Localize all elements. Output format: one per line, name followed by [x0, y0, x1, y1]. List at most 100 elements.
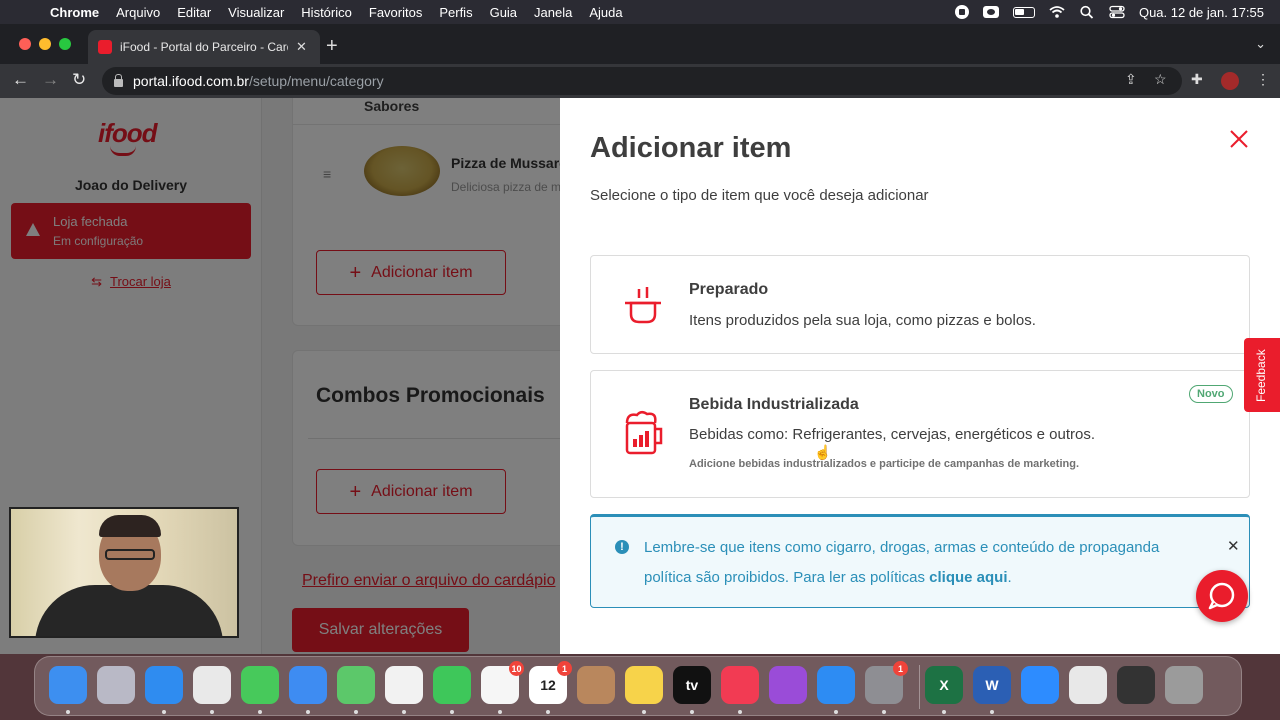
- dock-app-lixo-icon[interactable]: [1165, 666, 1203, 704]
- forward-arrow-icon[interactable]: →: [42, 70, 59, 90]
- dock-app-safari-icon[interactable]: [145, 666, 183, 704]
- zoom-window-button[interactable]: [59, 38, 71, 50]
- control-center-icon[interactable]: [1109, 5, 1125, 19]
- camera-icon[interactable]: [982, 6, 999, 18]
- webcam-person-hair: [99, 515, 161, 537]
- dock-app-excel-icon[interactable]: X: [925, 666, 963, 704]
- alert-message-end: .: [1007, 569, 1012, 586]
- option-note: Adicione bebidas industrializados e part…: [689, 458, 1079, 470]
- new-tab-icon[interactable]: +: [326, 36, 338, 56]
- browser-menu-icon[interactable]: ⋮: [1256, 71, 1270, 88]
- reload-icon[interactable]: ↻: [72, 70, 86, 90]
- tab-close-icon[interactable]: ✕: [296, 39, 307, 55]
- dock-app-contatos-icon[interactable]: [577, 666, 615, 704]
- extensions-puzzle-icon[interactable]: ✚: [1191, 71, 1203, 88]
- running-indicator: [690, 710, 694, 714]
- running-indicator: [354, 710, 358, 714]
- dock-app-finder-icon[interactable]: [49, 666, 87, 704]
- menu-historico[interactable]: Histórico: [301, 5, 352, 20]
- address-bar[interactable]: portal.ifood.com.br/setup/menu/category: [102, 67, 1182, 95]
- dock-app-glyph: X: [939, 677, 949, 693]
- running-indicator: [882, 710, 886, 714]
- lock-icon[interactable]: [114, 73, 123, 87]
- back-arrow-icon[interactable]: ←: [12, 70, 29, 90]
- browser-tab-strip: iFood - Portal do Parceiro - Cardápio ✕ …: [0, 24, 1280, 64]
- dock-app-tv-icon[interactable]: tv: [673, 666, 711, 704]
- url-path: /setup/menu/category: [248, 73, 384, 89]
- profile-avatar[interactable]: [1221, 72, 1239, 90]
- menubar-clock[interactable]: Qua. 12 de jan. 17:55: [1139, 5, 1264, 20]
- dock-app-mapas-icon[interactable]: [337, 666, 375, 704]
- menu-arquivo[interactable]: Arquivo: [116, 5, 160, 20]
- running-indicator: [210, 710, 214, 714]
- dock-app-documentos-icon[interactable]: [1069, 666, 1107, 704]
- dock-app-calendário-icon[interactable]: 12 1: [529, 661, 572, 704]
- option-title: Bebida Industrializada: [689, 396, 859, 413]
- url-host: portal.ifood.com.br: [133, 73, 249, 89]
- menu-perfis[interactable]: Perfis: [439, 5, 472, 20]
- browser-toolbar: ← → ↻ portal.ifood.com.br/setup/menu/cat…: [0, 64, 1280, 98]
- minimize-window-button[interactable]: [39, 38, 51, 50]
- dock-app-fotos-icon[interactable]: [385, 666, 423, 704]
- running-indicator: [450, 710, 454, 714]
- option-bebida-industrializada[interactable]: Bebida Industrializada Novo Bebidas como…: [590, 370, 1250, 498]
- webcam-person-body: [35, 585, 223, 636]
- close-window-button[interactable]: [19, 38, 31, 50]
- share-icon[interactable]: ⇪: [1125, 71, 1137, 88]
- running-indicator: [306, 710, 310, 714]
- dock-app-glyph: 12: [540, 677, 556, 693]
- drawer-title: Adicionar item: [590, 132, 792, 164]
- menu-guia[interactable]: Guia: [490, 5, 517, 20]
- dock-app-podcasts-icon[interactable]: [769, 666, 807, 704]
- screen-record-icon[interactable]: [954, 5, 969, 19]
- dock-app-mensagens-icon[interactable]: [241, 666, 279, 704]
- browser-tab[interactable]: iFood - Portal do Parceiro - Cardápio ✕: [88, 30, 320, 64]
- dock-app-app-store-icon[interactable]: [817, 666, 855, 704]
- alert-close-icon[interactable]: ✕: [1227, 537, 1240, 555]
- alert-text: Lembre-se que itens como cigarro, drogas…: [644, 533, 1204, 593]
- alert-message: Lembre-se que itens como cigarro, drogas…: [644, 539, 1160, 586]
- running-indicator: [834, 710, 838, 714]
- menu-visualizar[interactable]: Visualizar: [228, 5, 284, 20]
- feedback-tab[interactable]: Feedback: [1244, 338, 1280, 412]
- dock-app-facetime-icon[interactable]: [433, 666, 471, 704]
- bookmark-star-icon[interactable]: ☆: [1154, 71, 1167, 88]
- dock-separator: [919, 665, 920, 709]
- menu-janela[interactable]: Janela: [534, 5, 572, 20]
- notification-badge: 1: [557, 661, 572, 676]
- policy-alert: ! Lembre-se que itens como cigarro, drog…: [590, 514, 1250, 608]
- ifood-favicon-icon: [98, 40, 112, 54]
- menu-favoritos[interactable]: Favoritos: [369, 5, 422, 20]
- dock-app-launchpad-icon[interactable]: [97, 666, 135, 704]
- drawer-subtitle: Selecione o tipo de item que você deseja…: [590, 187, 929, 204]
- option-description: Itens produzidos pela sua loja, como piz…: [689, 312, 1036, 329]
- macos-dock: 10 12 1 tv 1 X W: [34, 656, 1242, 716]
- dock-app-monitor-icon[interactable]: [1117, 666, 1155, 704]
- running-indicator: [738, 710, 742, 714]
- wifi-icon[interactable]: [1049, 5, 1065, 19]
- dock-app-mail-icon[interactable]: [289, 666, 327, 704]
- tab-search-icon[interactable]: ⌄: [1255, 36, 1266, 52]
- menu-ajuda[interactable]: Ajuda: [589, 5, 622, 20]
- dock-app-lembretes-icon[interactable]: 10: [481, 661, 524, 704]
- dock-app-ajustes-icon[interactable]: 1: [865, 661, 908, 704]
- dock-app-notas-icon[interactable]: [625, 666, 663, 704]
- tab-title: iFood - Portal do Parceiro - Cardápio: [120, 40, 288, 54]
- running-indicator: [546, 710, 550, 714]
- dock-app-chrome-icon[interactable]: [193, 666, 231, 704]
- policies-link[interactable]: clique aqui: [929, 569, 1007, 586]
- chat-button[interactable]: [1196, 570, 1248, 622]
- menu-chrome[interactable]: Chrome: [50, 5, 99, 20]
- option-description: Bebidas como: Refrigerantes, cervejas, e…: [689, 426, 1096, 443]
- dock-app-word-icon[interactable]: W: [973, 666, 1011, 704]
- spotlight-search-icon[interactable]: [1079, 5, 1095, 19]
- dock-app-música-icon[interactable]: [721, 666, 759, 704]
- running-indicator: [642, 710, 646, 714]
- menu-editar[interactable]: Editar: [177, 5, 211, 20]
- running-indicator: [990, 710, 994, 714]
- close-icon[interactable]: [1228, 128, 1250, 150]
- webcam-person-glasses: [105, 549, 155, 560]
- battery-icon[interactable]: [1012, 6, 1035, 18]
- option-preparado[interactable]: Preparado Itens produzidos pela sua loja…: [590, 255, 1250, 354]
- dock-app-zoom-icon[interactable]: [1021, 666, 1059, 704]
